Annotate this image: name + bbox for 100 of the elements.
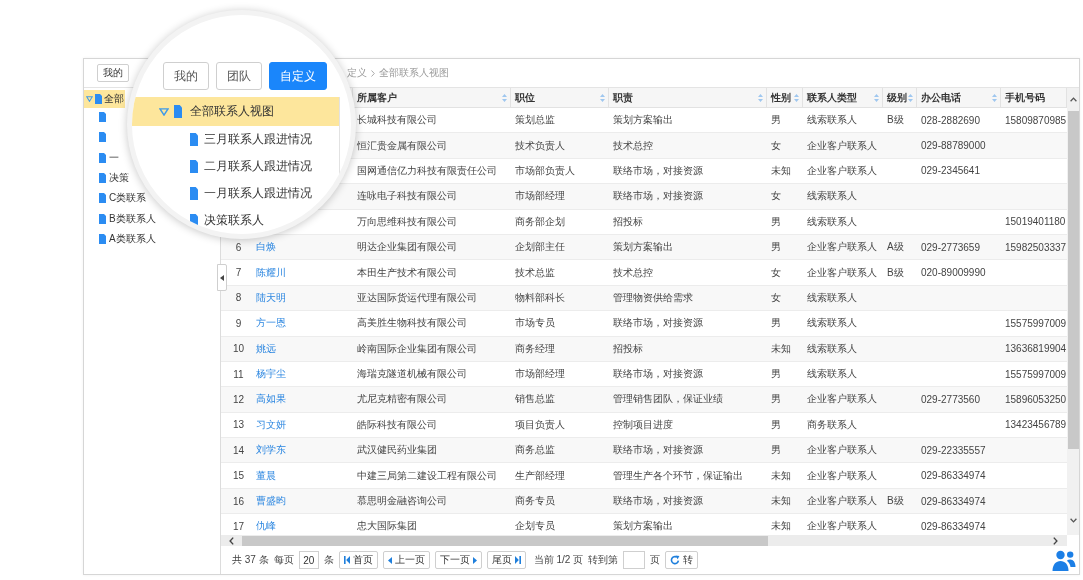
document-icon <box>174 105 182 118</box>
table-cell-text: 未知 <box>770 519 792 534</box>
pager-button[interactable]: 首页 <box>338 551 378 569</box>
people-icon[interactable] <box>1052 548 1076 572</box>
table-cell-text: 管理生产各个环节，保证输出 <box>612 468 744 483</box>
document-icon <box>99 152 106 163</box>
contact-name-link[interactable]: 仇峰 <box>250 514 353 535</box>
skip-forward-icon[interactable] <box>514 556 521 564</box>
chevron-up-icon[interactable] <box>1069 97 1077 102</box>
tree-item[interactable]: 全部 <box>84 90 125 108</box>
table-cell-text: 029-88789000 <box>920 139 987 154</box>
chevron-right-icon[interactable] <box>1053 536 1058 545</box>
triangle-right-icon[interactable] <box>472 556 477 564</box>
contact-name-link[interactable]: 杨宇尘 <box>250 361 353 387</box>
caret-down-icon[interactable] <box>86 96 93 102</box>
caret-down-icon[interactable] <box>159 107 169 116</box>
scrollbar-thumb[interactable] <box>1067 111 1079 449</box>
table-cell-text: 联络市场，对接资源 <box>612 494 704 509</box>
refresh-icon[interactable] <box>670 555 681 565</box>
table-cell-text: 联络市场，对接资源 <box>612 163 704 178</box>
contact-name-link[interactable]: 习文妍 <box>250 412 353 438</box>
contact-name-link[interactable]: 陆天明 <box>250 285 353 311</box>
page-size-unit: 条 <box>323 553 334 567</box>
total-count: 共 37 条 <box>232 553 269 567</box>
table-cell-text: 企业客户联系人 <box>806 240 878 255</box>
table-cell-text: 未知 <box>770 468 792 483</box>
goto-label: 转到第 <box>588 553 619 567</box>
contact-name-link[interactable]: 高如果 <box>250 387 353 412</box>
tree-item[interactable]: 一 <box>84 150 119 165</box>
table-cell-text: 企业客户联系人 <box>806 468 878 483</box>
column-header[interactable]: 联系人类型 <box>803 88 883 107</box>
table-cell-text: 15019401180 <box>1004 215 1067 230</box>
column-header[interactable]: 性别 <box>767 88 803 107</box>
horizontal-scrollbar[interactable] <box>221 535 1067 546</box>
collapse-button[interactable] <box>217 264 227 291</box>
pager-button[interactable]: 尾页 <box>486 551 526 569</box>
view-tab[interactable]: 我的 <box>163 62 209 90</box>
contact-name-link[interactable]: 刘学东 <box>250 438 353 463</box>
table-cell-text: 岭南国际企业集团有限公司 <box>356 341 478 356</box>
table-cell-text: 未知 <box>770 494 792 509</box>
table-cell-text: 13423456789 <box>1004 418 1067 433</box>
table-cell-text: 029-2773659 <box>920 240 981 255</box>
row-number: 6 <box>235 241 242 253</box>
table-cell-text: 线索联系人 <box>806 214 858 229</box>
document-icon <box>99 213 106 224</box>
column-header[interactable]: 办公电话 <box>917 88 1001 107</box>
table-cell-text: 市场部经理 <box>514 189 566 204</box>
table-cell-text: 029-86334974 <box>920 519 987 534</box>
table-cell-text: 连咏电子科技有限公司 <box>356 189 458 204</box>
table-cell-text: 企划专员 <box>514 519 556 534</box>
tree-item[interactable]: 决策 <box>84 171 129 186</box>
contact-name-link[interactable]: 董晨 <box>250 463 353 488</box>
table-cell-text: 技术总监 <box>514 265 556 280</box>
table-cell-text: 策划方案输出 <box>612 519 674 534</box>
triangle-left-icon[interactable] <box>387 556 392 564</box>
view-tab[interactable]: 团队 <box>216 62 262 90</box>
skip-back-icon[interactable] <box>343 556 350 564</box>
table-cell-text: 未知 <box>770 163 792 178</box>
tree-item[interactable]: 一月联系人跟进情况 <box>190 180 314 207</box>
triangle-left-icon[interactable] <box>220 274 224 281</box>
table-cell-text: 商务经理 <box>514 341 556 356</box>
vertical-scrollbar[interactable] <box>1067 88 1079 535</box>
table-cell-text: 市场部负责人 <box>514 163 576 178</box>
pager-button[interactable]: 上一页 <box>382 551 430 569</box>
tree-item[interactable]: 二月联系人跟进情况 <box>190 153 314 180</box>
table-cell-text: 企业客户联系人 <box>806 519 878 534</box>
contact-name-link[interactable]: 陈耀川 <box>250 260 353 285</box>
tree-item[interactable]: 全部联系人视图 <box>132 97 340 126</box>
contact-name-link[interactable]: 方一恩 <box>250 311 353 336</box>
column-header[interactable]: 职位 <box>511 88 609 107</box>
table-cell-text: 029-2773560 <box>920 393 981 407</box>
tree-item[interactable]: 决策联系人 <box>190 207 266 234</box>
go-button[interactable]: 转 <box>665 551 699 569</box>
page-status: 当前 1/2 页 <box>533 553 584 567</box>
view-tab[interactable]: 我的 <box>97 64 129 82</box>
chevron-down-icon[interactable] <box>1069 518 1077 523</box>
chevron-left-icon[interactable] <box>229 536 234 545</box>
pager-button[interactable]: 下一页 <box>434 551 482 569</box>
column-header[interactable]: 职责 <box>609 88 767 107</box>
table-cell-text: 女 <box>770 290 782 305</box>
page-size-field[interactable]: 20 <box>298 551 319 569</box>
table-cell-text: 029-86334974 <box>920 494 987 509</box>
table-cell-text: 020-89009990 <box>920 266 987 281</box>
table-cell-text: 线索联系人 <box>806 189 858 204</box>
table-cell-text: 商务部企划 <box>514 214 566 229</box>
tree-item[interactable]: 三月联系人跟进情况 <box>190 126 314 153</box>
table-cell-text: 技术负责人 <box>514 138 566 153</box>
table-cell-text: A级 <box>886 240 905 255</box>
row-number: 14 <box>232 444 245 456</box>
column-header[interactable]: 级别 <box>883 88 917 107</box>
table-cell-text: 企业客户联系人 <box>806 443 878 458</box>
table-cell-text: 招投标 <box>612 341 644 356</box>
table-cell-text: 线索联系人 <box>806 316 858 331</box>
contact-name-link[interactable]: 白焕 <box>250 234 353 260</box>
scrollbar-thumb[interactable] <box>242 535 768 546</box>
contact-name-link[interactable]: 曹盛昀 <box>250 488 353 514</box>
table-cell-text: 招投标 <box>612 214 644 229</box>
page-number-field[interactable] <box>623 551 646 569</box>
view-tab[interactable]: 自定义 <box>269 62 327 90</box>
contact-name-link[interactable]: 姚远 <box>250 336 353 361</box>
